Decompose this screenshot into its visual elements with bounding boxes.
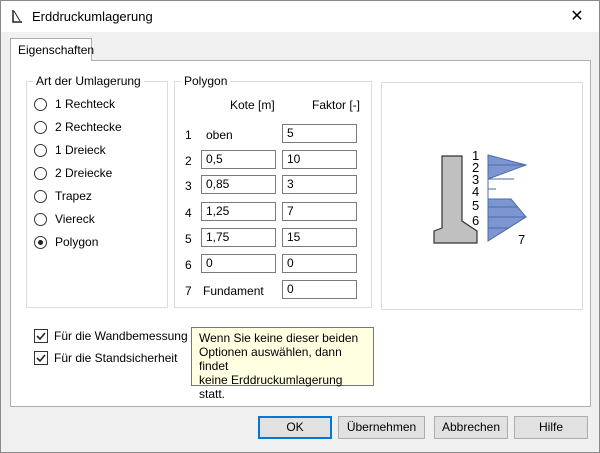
radio-indicator[interactable] — [34, 121, 47, 134]
checkbox-box[interactable] — [34, 329, 48, 343]
preview-label-5: 5 — [472, 198, 479, 213]
kote-label-oben: oben — [206, 128, 233, 142]
dialog-window: Erddruckumlagerung ✕ Eigenschaften Art d… — [0, 0, 600, 453]
apply-button[interactable]: Übernehmen — [338, 416, 425, 439]
radio-indicator[interactable] — [34, 213, 47, 226]
radio-indicator[interactable] — [34, 144, 47, 157]
faktor-input-3[interactable]: 3 — [282, 175, 357, 194]
faktor-header: Faktor [-] — [312, 98, 361, 112]
checkmark-icon — [36, 332, 46, 341]
kote-input-3[interactable]: 0,85 — [201, 175, 276, 194]
row-number: 4 — [185, 206, 192, 220]
radio-label: Trapez — [55, 189, 92, 203]
checkbox-box[interactable] — [34, 351, 48, 365]
radio-indicator[interactable] — [34, 167, 47, 180]
close-icon: ✕ — [570, 8, 584, 25]
kote-input-5[interactable]: 1,75 — [201, 228, 276, 247]
info-tooltip: Wenn Sie keine dieser beiden Optionen au… — [191, 327, 374, 401]
faktor-input-2[interactable]: 10 — [282, 150, 357, 169]
radio-label: 1 Dreieck — [55, 143, 106, 157]
radio-indicator[interactable] — [34, 190, 47, 203]
checkmark-icon — [36, 354, 46, 363]
ok-button[interactable]: OK — [258, 416, 332, 439]
faktor-input-1[interactable]: 5 — [282, 124, 357, 143]
row-number: 1 — [185, 128, 192, 142]
tooltip-line-1: Wenn Sie keine dieser beiden — [199, 331, 359, 345]
radio-indicator[interactable] — [34, 98, 47, 111]
kote-input-2[interactable]: 0,5 — [201, 150, 276, 169]
preview-label-4: 4 — [472, 184, 479, 199]
kote-label-fundament: Fundament — [203, 284, 264, 298]
kote-input-4[interactable]: 1,25 — [201, 202, 276, 221]
faktor-input-7[interactable]: 0 — [282, 280, 357, 299]
help-button[interactable]: Hilfe — [514, 416, 588, 439]
faktor-input-6[interactable]: 0 — [282, 254, 357, 273]
umlagerung-preview: 1 2 3 4 5 6 7 — [381, 82, 583, 310]
row-number: 7 — [185, 284, 192, 298]
close-button[interactable]: ✕ — [566, 7, 588, 27]
faktor-input-5[interactable]: 15 — [282, 228, 357, 247]
polygon-legend: Polygon — [184, 74, 228, 88]
radio-label: Viereck — [55, 212, 95, 226]
row-number: 6 — [185, 258, 192, 272]
radio-label: 1 Rechteck — [55, 97, 116, 111]
radio-label: 2 Rechtecke — [55, 120, 122, 134]
radio-label: 2 Dreiecke — [55, 166, 113, 180]
radio-indicator[interactable] — [34, 236, 47, 249]
faktor-input-4[interactable]: 7 — [282, 202, 357, 221]
tab-label: Eigenschaften — [18, 43, 95, 57]
app-wall-icon — [12, 10, 22, 23]
checkbox-label: Für die Standsicherheit — [54, 351, 178, 365]
tab-eigenschaften[interactable]: Eigenschaften — [10, 38, 95, 61]
kote-input-6[interactable]: 0 — [201, 254, 276, 273]
tooltip-line-3: keine Erddruckumlagerung statt. — [199, 373, 343, 401]
umlagerung-legend: Art der Umlagerung — [36, 74, 141, 88]
tooltip-line-2: Optionen auswählen, dann findet — [199, 345, 342, 373]
cancel-button[interactable]: Abbrechen — [434, 416, 508, 439]
preview-label-7: 7 — [518, 232, 525, 247]
preview-label-6: 6 — [472, 213, 479, 228]
checkbox-label: Für die Wandbemessung — [54, 329, 188, 343]
row-number: 2 — [185, 154, 192, 168]
pressure-diagram: 1 2 3 4 5 6 7 — [433, 148, 528, 247]
title-bar: Erddruckumlagerung ✕ — [1, 1, 599, 32]
wall-shape — [433, 155, 478, 244]
radio-label: Polygon — [55, 235, 99, 249]
window-title: Erddruckumlagerung — [32, 9, 153, 24]
row-number: 3 — [185, 179, 192, 193]
kote-header: Kote [m] — [230, 98, 275, 112]
row-number: 5 — [185, 232, 192, 246]
